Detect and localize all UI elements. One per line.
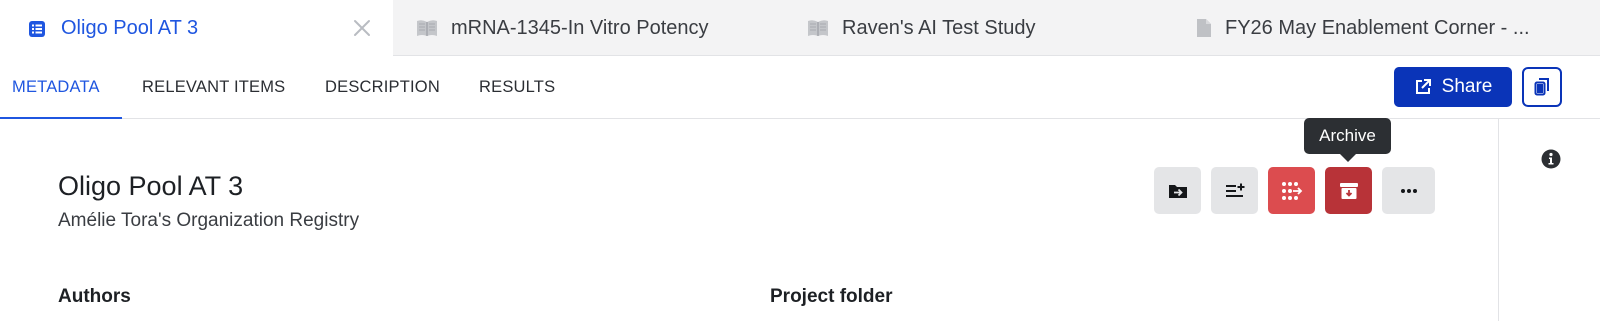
- tab-ravens-ai-test[interactable]: Raven's AI Test Study: [806, 0, 1036, 56]
- book-icon: [806, 17, 830, 39]
- entity-main: Oligo Pool AT 3 Amélie Tora's Organizati…: [0, 119, 1498, 321]
- authors-label: Authors: [58, 286, 131, 307]
- tab-label: mRNA-1345-In Vitro Potency: [451, 16, 709, 39]
- more-icon: [1400, 188, 1418, 194]
- page-title: Oligo Pool AT 3: [58, 171, 244, 201]
- close-icon[interactable]: [351, 17, 373, 39]
- tab-fy26-may-enablement[interactable]: FY26 May Enablement Corner - ...: [1195, 0, 1530, 56]
- tab-label: FY26 May Enablement Corner - ...: [1225, 16, 1530, 39]
- tab-mrna-1345[interactable]: mRNA-1345-In Vitro Potency: [415, 0, 709, 56]
- external-link-icon: [1414, 78, 1432, 96]
- add-to-list-button[interactable]: [1211, 167, 1258, 214]
- book-icon: [415, 17, 439, 39]
- info-icon[interactable]: [1541, 149, 1561, 169]
- register-button[interactable]: [1268, 167, 1315, 214]
- archive-icon: [1339, 182, 1359, 200]
- tab-label: Raven's AI Test Study: [842, 16, 1036, 39]
- tab-oligo-pool[interactable]: Oligo Pool AT 3: [0, 0, 393, 57]
- register-icon: [1281, 181, 1303, 201]
- right-rail: [1498, 119, 1600, 321]
- move-to-folder-icon: [1168, 183, 1188, 199]
- tab-relevant-items[interactable]: RELEVANT ITEMS: [142, 57, 285, 118]
- tab-metadata[interactable]: METADATA: [0, 57, 122, 119]
- tab-strip: Oligo Pool AT 3 mRNA-1345-In Vitro Poten…: [0, 0, 1600, 57]
- list-icon: [25, 18, 49, 40]
- tab-label: Oligo Pool AT 3: [61, 17, 199, 39]
- entity-subnav: METADATA RELEVANT ITEMS DESCRIPTION RESU…: [0, 57, 1600, 119]
- registry-name: Amélie Tora's Organization Registry: [58, 210, 360, 231]
- entity-actions: [1154, 167, 1435, 214]
- archive-tooltip: Archive: [1304, 118, 1391, 162]
- share-label: Share: [1441, 76, 1493, 97]
- copy-button[interactable]: [1522, 67, 1562, 107]
- more-options-button[interactable]: [1382, 167, 1435, 214]
- share-button[interactable]: Share: [1394, 67, 1512, 107]
- archive-button[interactable]: [1325, 167, 1372, 214]
- copy-icon: [1534, 78, 1550, 96]
- document-icon: [1195, 17, 1213, 39]
- tab-results[interactable]: RESULTS: [479, 57, 555, 118]
- project-folder-label: Project folder: [770, 286, 893, 307]
- tab-description[interactable]: DESCRIPTION: [325, 57, 440, 118]
- move-to-folder-button[interactable]: [1154, 167, 1201, 214]
- add-to-list-icon: [1225, 183, 1245, 199]
